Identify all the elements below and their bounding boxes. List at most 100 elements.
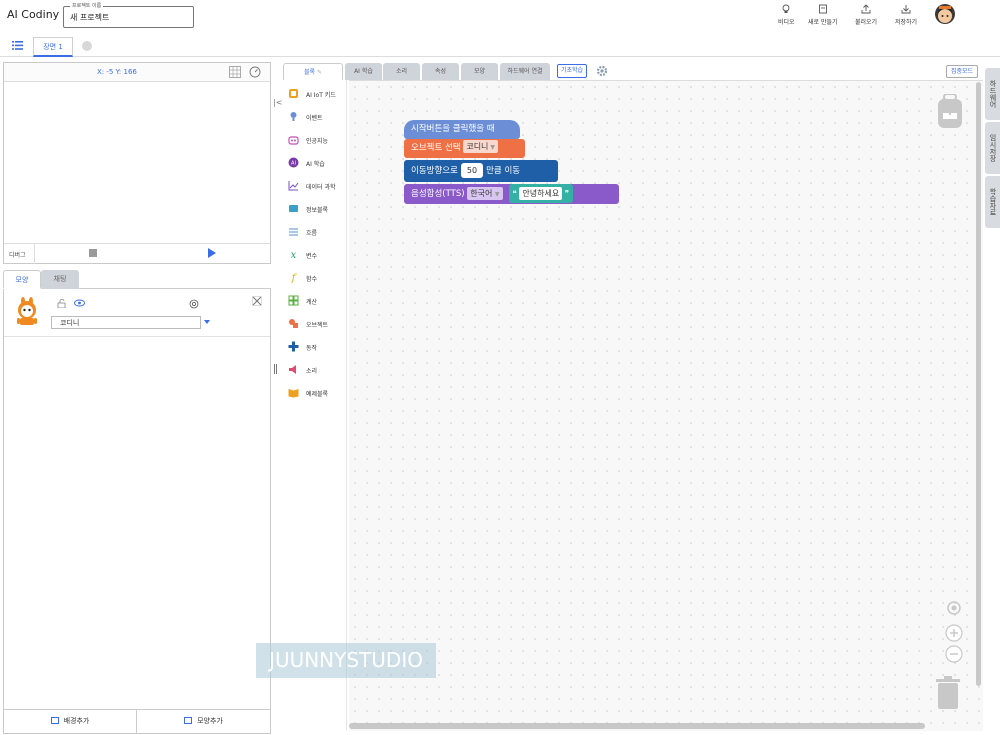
rotation-icon[interactable]	[189, 299, 199, 309]
category-label: 함수	[306, 276, 318, 283]
zoom-in-icon[interactable]	[945, 624, 963, 642]
language-dropdown[interactable]: 한국어 ▼	[467, 187, 503, 200]
example-block-icon	[288, 389, 299, 398]
tts-block[interactable]: 음성합성(TTS) 한국어 ▼ ❝ 안녕하세요 ❞	[404, 184, 619, 204]
grid-icon[interactable]	[229, 66, 241, 78]
stage-header: X: -5 Y: 166	[4, 63, 270, 82]
object-name-input[interactable]	[51, 316, 201, 329]
add-shape-label: 모양추가	[197, 717, 223, 725]
play-button[interactable]	[208, 248, 216, 258]
basic-learning-button[interactable]: 기초학습	[557, 64, 587, 78]
project-name-input[interactable]	[70, 13, 190, 22]
load-label: 불러오기	[855, 19, 878, 26]
calculate-icon	[288, 295, 299, 306]
when-start-clicked-block[interactable]: 시작버튼을 클릭했을 때	[404, 120, 520, 139]
delete-object-icon[interactable]	[252, 296, 262, 306]
zoom-out-icon[interactable]	[945, 645, 963, 663]
list-menu-icon[interactable]	[12, 41, 23, 50]
block-text: 이동방향으로	[411, 166, 458, 176]
project-name-box[interactable]	[63, 6, 194, 28]
top-header: AI Codiny 프로젝트 이름 비디오 새로 만들기 불러오기 저장하기	[0, 0, 1000, 35]
tab-blocks[interactable]: 블록 ✎	[283, 63, 343, 80]
tab-properties[interactable]: 속성	[422, 63, 459, 80]
add-scene-icon[interactable]	[82, 41, 92, 51]
watermark: JUUNNYSTUDIO	[256, 643, 436, 678]
avatar-face-icon	[938, 6, 952, 23]
category-label: AI IoT 키드	[306, 92, 336, 99]
backpack-icon[interactable]	[937, 94, 963, 128]
mouse-coords: X: -5 Y: 166	[97, 68, 137, 76]
object-name-dropdown-icon[interactable]	[204, 320, 210, 324]
add-background-button[interactable]: 배경추가	[4, 710, 137, 734]
app-logo: AI Codiny	[7, 8, 60, 21]
image-icon	[50, 717, 59, 724]
footer-divider	[34, 244, 35, 264]
scene-tab[interactable]: 장면 1	[33, 37, 73, 57]
object-panel: 배경추가 모양추가	[3, 289, 271, 734]
save-label: 저장하기	[895, 19, 918, 26]
resize-handle[interactable]	[274, 364, 277, 374]
close-quote-icon: ❞	[564, 189, 570, 198]
object-select-dropdown[interactable]: 코디니 ▼	[463, 140, 499, 153]
side-tab-hardware[interactable]: 하드웨어	[985, 68, 1000, 120]
upload-icon	[861, 4, 871, 14]
project-name-caption: 프로젝트 이름	[70, 2, 104, 9]
new-label: 새로 만들기	[808, 19, 838, 26]
codiny-character-icon	[17, 297, 37, 325]
new-file-icon	[818, 4, 827, 14]
debug-button[interactable]: 디버그	[9, 250, 26, 259]
vertical-scrollbar[interactable]	[976, 82, 981, 686]
block-text: 오브젝트 선택	[411, 143, 461, 153]
text-string-block[interactable]: ❝ 안녕하세요 ❞	[508, 184, 574, 203]
stop-button[interactable]	[89, 249, 97, 257]
save-button[interactable]: 저장하기	[895, 4, 917, 26]
tab-shape[interactable]: 모양	[3, 270, 41, 289]
svg-text:AI: AI	[291, 161, 296, 167]
tab-chat[interactable]: 채팅	[41, 270, 79, 289]
info-block-icon	[289, 205, 298, 212]
sound-icon	[289, 365, 296, 374]
side-tab-learning-material[interactable]: 학습자료	[985, 176, 1000, 228]
add-shape-button[interactable]: 모양추가	[137, 710, 270, 734]
horizontal-scrollbar[interactable]	[349, 723, 925, 729]
category-label: 데이터 과학	[306, 184, 336, 191]
add-background-label: 배경추가	[63, 717, 90, 725]
category-label: 소리	[306, 368, 318, 375]
tab-sound[interactable]: 소리	[383, 63, 420, 80]
tab-shape[interactable]: 모양	[461, 63, 498, 80]
new-button[interactable]: 새로 만들기	[808, 4, 838, 26]
block-text: 음성합성(TTS)	[411, 189, 465, 199]
category-label: 정보블록	[306, 207, 329, 214]
tts-text-input[interactable]: 안녕하세요	[519, 187, 563, 200]
speed-icon[interactable]	[249, 66, 261, 78]
load-button[interactable]: 불러오기	[855, 4, 877, 26]
focus-mode-button[interactable]: 집중모드	[946, 65, 978, 78]
trash-icon[interactable]	[935, 676, 961, 710]
move-forward-block[interactable]: 이동방향으로 50 만큼 이동	[404, 160, 558, 182]
lock-icon[interactable]	[57, 299, 67, 308]
download-icon	[901, 5, 911, 14]
dropdown-arrow-icon: ▼	[494, 191, 500, 198]
svg-text:x: x	[291, 250, 297, 260]
select-object-block[interactable]: 오브젝트 선택 코디니 ▼	[404, 139, 525, 158]
dropdown-arrow-icon: ▼	[490, 144, 496, 151]
reset-zoom-icon[interactable]	[946, 600, 962, 616]
ai-learning-icon: AI	[288, 157, 299, 168]
gear-icon[interactable]	[596, 65, 608, 77]
side-tab-temp-save[interactable]: 임시저장	[985, 122, 1000, 174]
tab-hardware-connect[interactable]: 하드웨어 연결	[500, 63, 550, 80]
category-label: 변수	[306, 253, 318, 260]
event-icon	[290, 112, 297, 121]
video-button[interactable]: 비디오	[778, 4, 795, 26]
move-amount-input[interactable]: 50	[460, 163, 484, 178]
tab-ai-learning[interactable]: AI 학습	[345, 63, 382, 80]
open-quote-icon: ❝	[512, 189, 517, 198]
collapse-panel-icon[interactable]: |<	[273, 98, 282, 107]
eye-icon[interactable]	[74, 299, 85, 307]
object-icon	[289, 319, 298, 328]
variable-icon: x	[291, 250, 297, 260]
block-category-list: AI IoT 키드 이벤트 인공지능 AI AI 학습 데이터 과학 정보블록 흐…	[283, 80, 347, 730]
user-avatar[interactable]	[935, 4, 955, 24]
category-label: 동작	[306, 345, 318, 352]
object-row[interactable]	[4, 289, 270, 337]
